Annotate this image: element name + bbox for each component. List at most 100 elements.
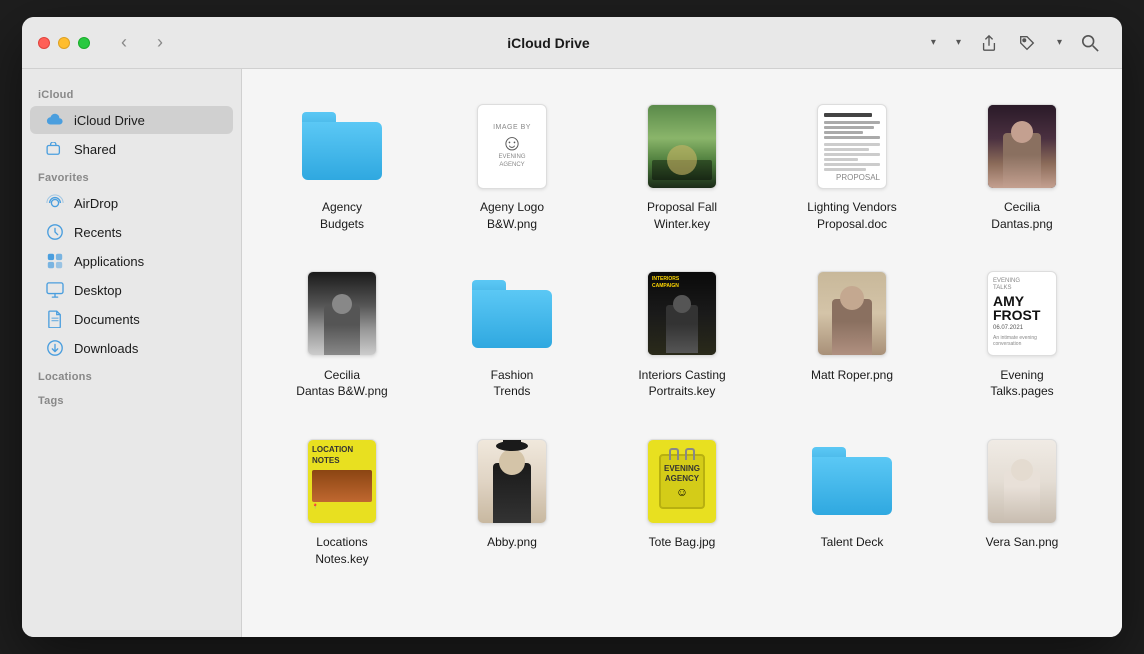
- traffic-lights: [38, 37, 90, 49]
- main-content: AgencyBudgets IMAGE BY ☺ EVENINGAGENCY: [242, 69, 1122, 637]
- tag-icon: [1018, 34, 1036, 52]
- share-icon: [980, 34, 998, 52]
- interiors-casting-name: Interiors CastingPortraits.key: [638, 367, 725, 401]
- shared-label: Shared: [74, 142, 116, 157]
- file-fashion-trends[interactable]: FashionTrends: [432, 261, 592, 409]
- desktop-label: Desktop: [74, 283, 122, 298]
- sort-button[interactable]: ▾: [948, 33, 967, 52]
- vera-san-name: Vera San.png: [986, 534, 1059, 551]
- tag-button[interactable]: [1011, 27, 1043, 59]
- view-grid-button[interactable]: ▾: [923, 33, 942, 52]
- sidebar-item-desktop[interactable]: Desktop: [30, 276, 233, 304]
- titlebar: ‹ › iCloud Drive ▾: [22, 17, 1122, 69]
- sidebar-item-shared[interactable]: Shared: [30, 135, 233, 163]
- recents-label: Recents: [74, 225, 122, 240]
- lighting-vendors-thumb: PROPOSAL: [807, 101, 897, 191]
- downloads-label: Downloads: [74, 341, 138, 356]
- file-proposal-fall[interactable]: Proposal FallWinter.key: [602, 93, 762, 241]
- cecilia-dantas-thumb: [977, 101, 1067, 191]
- downloads-icon: [46, 339, 64, 357]
- nav-buttons: ‹ ›: [110, 29, 174, 57]
- sidebar: iCloud iCloud Drive Shared Fav: [22, 69, 242, 637]
- sidebar-item-recents[interactable]: Recents: [30, 218, 233, 246]
- finder-window: ‹ › iCloud Drive ▾: [22, 17, 1122, 637]
- tote-bag-name: Tote Bag.jpg: [649, 534, 716, 551]
- more-chevron-icon: ▾: [1057, 37, 1062, 48]
- file-locations-notes[interactable]: LOCATIONNOTES 📍 LocationsNotes.key: [262, 428, 422, 576]
- proposal-fall-name: Proposal FallWinter.key: [647, 199, 717, 233]
- locations-notes-name: LocationsNotes.key: [315, 534, 368, 568]
- more-button[interactable]: ▾: [1049, 33, 1068, 52]
- minimize-button[interactable]: [58, 37, 70, 49]
- cecilia-dantas-name: CeciliaDantas.png: [991, 199, 1052, 233]
- sidebar-item-airdrop[interactable]: AirDrop: [30, 189, 233, 217]
- search-icon: [1081, 34, 1099, 52]
- files-grid: AgencyBudgets IMAGE BY ☺ EVENINGAGENCY: [262, 93, 1102, 576]
- applications-icon: [46, 252, 64, 270]
- abby-name: Abby.png: [487, 534, 537, 551]
- file-interiors-casting[interactable]: INTERIORSCAMPAIGN Interiors CastingPortr…: [602, 261, 762, 409]
- sidebar-item-downloads[interactable]: Downloads: [30, 334, 233, 362]
- file-cecilia-bw[interactable]: CeciliaDantas B&W.png: [262, 261, 422, 409]
- back-button[interactable]: ‹: [110, 29, 138, 57]
- file-matt-roper[interactable]: Matt Roper.png: [772, 261, 932, 409]
- file-agency-logo[interactable]: IMAGE BY ☺ EVENINGAGENCY Ageny LogoB&W.p…: [432, 93, 592, 241]
- file-tote-bag[interactable]: EVENINGAGENCY ☺ Tote Bag.jpg: [602, 428, 762, 576]
- fashion-trends-name: FashionTrends: [491, 367, 534, 401]
- close-button[interactable]: [38, 37, 50, 49]
- file-agency-budgets[interactable]: AgencyBudgets: [262, 93, 422, 241]
- file-evening-talks[interactable]: EVENINGTALKS AMYFROST 06.07.2021 An inti…: [942, 261, 1102, 409]
- sidebar-item-documents[interactable]: Documents: [30, 305, 233, 333]
- desktop-icon: [46, 281, 64, 299]
- toolbar-right: ▾ ▾: [923, 27, 1106, 59]
- sidebar-item-applications[interactable]: Applications: [30, 247, 233, 275]
- cecilia-bw-thumb: [297, 269, 387, 359]
- talent-deck-name: Talent Deck: [821, 534, 884, 551]
- file-abby[interactable]: Abby.png: [432, 428, 592, 576]
- file-talent-deck[interactable]: Talent Deck: [772, 428, 932, 576]
- proposal-fall-thumb: [637, 101, 727, 191]
- search-button[interactable]: [1074, 27, 1106, 59]
- file-cecilia-dantas[interactable]: CeciliaDantas.png: [942, 93, 1102, 241]
- abby-thumb: [467, 436, 557, 526]
- vera-san-thumb: [977, 436, 1067, 526]
- locations-notes-thumb: LOCATIONNOTES 📍: [297, 436, 387, 526]
- talent-deck-thumb: [807, 436, 897, 526]
- sidebar-section-favorites: Favorites: [22, 164, 241, 188]
- sidebar-section-icloud: iCloud: [22, 81, 241, 105]
- matt-roper-thumb: [807, 269, 897, 359]
- forward-button[interactable]: ›: [146, 29, 174, 57]
- content-area: iCloud iCloud Drive Shared Fav: [22, 69, 1122, 637]
- agency-logo-name: Ageny LogoB&W.png: [480, 199, 544, 233]
- documents-label: Documents: [74, 312, 140, 327]
- sidebar-item-icloud-drive[interactable]: iCloud Drive: [30, 106, 233, 134]
- maximize-button[interactable]: [78, 37, 90, 49]
- tote-bag-thumb: EVENINGAGENCY ☺: [637, 436, 727, 526]
- file-vera-san[interactable]: Vera San.png: [942, 428, 1102, 576]
- share-button[interactable]: [973, 27, 1005, 59]
- evening-talks-thumb: EVENINGTALKS AMYFROST 06.07.2021 An inti…: [977, 269, 1067, 359]
- airdrop-icon: [46, 194, 64, 212]
- cecilia-bw-name: CeciliaDantas B&W.png: [296, 367, 387, 401]
- agency-budgets-thumb: [297, 101, 387, 191]
- chevron-down-icon2: ▾: [956, 37, 961, 48]
- chevron-down-icon: ▾: [931, 37, 936, 48]
- file-lighting-vendors[interactable]: PROPOSAL Lighting VendorsProposal.doc: [772, 93, 932, 241]
- airdrop-label: AirDrop: [74, 196, 118, 211]
- sidebar-section-locations: Locations: [22, 363, 241, 387]
- matt-roper-name: Matt Roper.png: [811, 367, 893, 384]
- window-title: iCloud Drive: [174, 35, 923, 51]
- recents-icon: [46, 223, 64, 241]
- interiors-casting-thumb: INTERIORSCAMPAIGN: [637, 269, 727, 359]
- evening-talks-name: EveningTalks.pages: [990, 367, 1053, 401]
- sidebar-section-tags: Tags: [22, 387, 241, 411]
- fashion-trends-thumb: [467, 269, 557, 359]
- applications-label: Applications: [74, 254, 144, 269]
- icloud-drive-label: iCloud Drive: [74, 113, 145, 128]
- documents-icon: [46, 310, 64, 328]
- agency-budgets-name: AgencyBudgets: [320, 199, 364, 233]
- cloud-icon: [46, 111, 64, 129]
- lighting-vendors-name: Lighting VendorsProposal.doc: [807, 199, 896, 233]
- shared-icon: [46, 140, 64, 158]
- agency-logo-thumb: IMAGE BY ☺ EVENINGAGENCY: [467, 101, 557, 191]
